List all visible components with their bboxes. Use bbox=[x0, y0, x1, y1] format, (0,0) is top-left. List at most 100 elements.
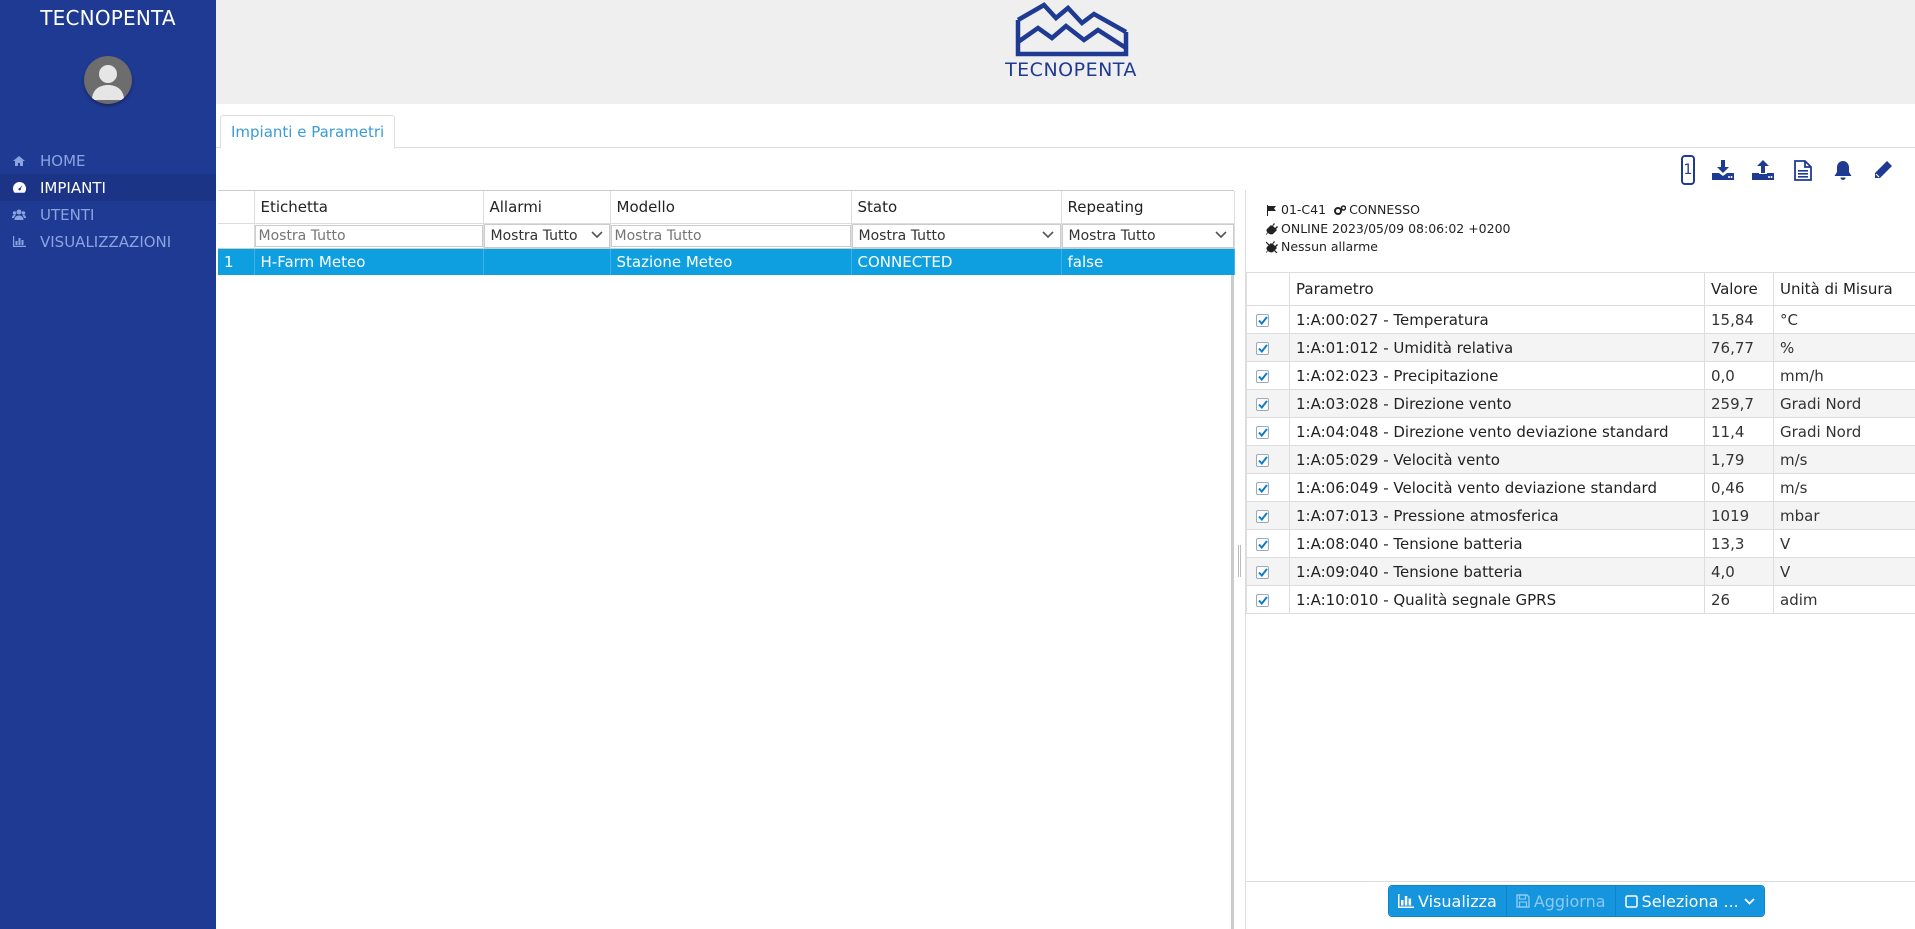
document-icon bbox=[1794, 159, 1812, 181]
alarm-off-icon bbox=[1266, 241, 1279, 254]
table-row[interactable]: 1:A:04:048 - Direzione vento deviazione … bbox=[1246, 417, 1915, 446]
table-row[interactable]: 1:A:09:040 - Tensione batteria 4,0 V bbox=[1246, 557, 1915, 586]
filter-allarmi-select[interactable]: Mostra Tutto bbox=[483, 223, 610, 248]
alarm-bell-button[interactable] bbox=[1823, 155, 1863, 185]
sidebar-item-label: IMPIANTI bbox=[40, 178, 106, 197]
tab-impianti-e-parametri[interactable]: Impianti e Parametri bbox=[220, 115, 396, 149]
users-icon bbox=[12, 208, 26, 222]
checkmark-icon bbox=[1257, 483, 1268, 493]
sidebar-nav: HOME IMPIANTI UTENTI VISUALIZZAZIONI bbox=[0, 147, 216, 255]
param-value: 1,79 bbox=[1704, 445, 1774, 474]
aggiorna-label: Aggiorna bbox=[1533, 891, 1606, 911]
action-button-group: Visualizza Aggiorna Seleziona ... bbox=[1388, 885, 1765, 917]
row-checkbox[interactable] bbox=[1256, 537, 1269, 551]
table-row[interactable]: 1:A:01:012 - Umidità relativa 76,77% bbox=[1246, 333, 1915, 362]
filter-etichetta-input[interactable] bbox=[254, 224, 483, 247]
chevron-down-icon bbox=[590, 230, 603, 238]
document-button[interactable] bbox=[1783, 155, 1823, 185]
param-name: 1:A:03:028 - Direzione vento bbox=[1289, 389, 1705, 418]
pencil-icon bbox=[1875, 161, 1892, 178]
bar-chart-icon bbox=[1398, 894, 1414, 908]
aggiorna-button[interactable]: Aggiorna bbox=[1506, 886, 1616, 916]
param-unit: m/s bbox=[1773, 473, 1915, 502]
connection-status: CONNESSO bbox=[1349, 202, 1420, 217]
row-allarmi bbox=[483, 248, 611, 275]
cogs-icon bbox=[1334, 205, 1347, 216]
checkmark-icon bbox=[1257, 315, 1268, 325]
download-icon bbox=[1712, 160, 1734, 180]
chevron-down-icon bbox=[1041, 230, 1054, 238]
plug-icon bbox=[1266, 222, 1279, 235]
param-name: 1:A:10:010 - Qualità segnale GPRS bbox=[1289, 585, 1705, 614]
checkmark-icon bbox=[1257, 427, 1268, 437]
param-unit: adim bbox=[1773, 585, 1915, 614]
checkmark-icon bbox=[1257, 455, 1268, 465]
param-value: 13,3 bbox=[1704, 529, 1774, 558]
table-row[interactable]: 1:A:06:049 - Velocità vento deviazione s… bbox=[1246, 473, 1915, 502]
filter-cell-etichetta bbox=[254, 223, 484, 249]
row-stato: CONNECTED bbox=[851, 248, 1062, 275]
table-row[interactable]: 1:A:07:013 - Pressione atmosferica 1019 mb… bbox=[1246, 501, 1915, 530]
online-timestamp: ONLINE 2023/05/09 08:06:02 +0200 bbox=[1281, 220, 1511, 236]
row-checkbox[interactable] bbox=[1256, 425, 1269, 439]
row-repeating: false bbox=[1061, 248, 1235, 275]
checkmark-icon bbox=[1257, 511, 1268, 521]
sidebar-item-home[interactable]: HOME bbox=[0, 147, 216, 174]
row-checkbox[interactable] bbox=[1256, 369, 1269, 383]
table-row[interactable]: 1:A:10:010 - Qualità segnale GPRS 26 adim bbox=[1246, 585, 1915, 614]
param-name: 1:A:02:023 - Precipitazione bbox=[1289, 361, 1705, 390]
param-unit: % bbox=[1773, 333, 1915, 362]
row-checkbox[interactable] bbox=[1256, 313, 1269, 327]
row-checkbox-cell bbox=[1246, 473, 1290, 502]
table-row[interactable]: 1:A:08:040 - Tensione batteria 13,3 V bbox=[1246, 529, 1915, 558]
row-checkbox[interactable] bbox=[1256, 593, 1269, 607]
column-header-unita[interactable]: Unità di Misura bbox=[1773, 272, 1915, 306]
sidebar-item-visualizzazioni[interactable]: VISUALIZZAZIONI bbox=[0, 228, 216, 255]
table-row[interactable]: 1 H-Farm Meteo Stazione Meteo CONNECTED … bbox=[218, 248, 1235, 275]
filter-cell-repeating: Mostra Tutto bbox=[1061, 223, 1235, 249]
row-checkbox[interactable] bbox=[1256, 341, 1269, 355]
param-value: 0,0 bbox=[1704, 361, 1774, 390]
param-name: 1:A:08:040 - Tensione batteria bbox=[1289, 529, 1705, 558]
column-header-stato[interactable]: Stato bbox=[851, 191, 1062, 224]
param-unit: V bbox=[1773, 557, 1915, 586]
row-index: 1 bbox=[218, 248, 255, 275]
header: TECNOPENTA bbox=[216, 0, 1915, 104]
visualizza-button[interactable]: Visualizza bbox=[1389, 886, 1507, 916]
tecnopenta-logo[interactable]: TECNOPENTA bbox=[996, 2, 1146, 82]
panel-footer-divider bbox=[1246, 881, 1915, 882]
table-row[interactable]: 1:A:03:028 - Direzione vento 259,7 Gradi N… bbox=[1246, 389, 1915, 418]
column-header-modello[interactable]: Modello bbox=[610, 191, 852, 224]
param-unit: Gradi Nord bbox=[1773, 389, 1915, 418]
filter-modello-input[interactable] bbox=[610, 224, 851, 247]
edit-button[interactable] bbox=[1863, 155, 1903, 185]
table-row[interactable]: 1:A:02:023 - Precipitazione 0,0 mm/h bbox=[1246, 361, 1915, 390]
column-header-etichetta[interactable]: Etichetta bbox=[254, 191, 484, 224]
row-checkbox[interactable] bbox=[1256, 397, 1269, 411]
filter-stato-select[interactable]: Mostra Tutto bbox=[851, 223, 1061, 248]
column-header-repeating[interactable]: Repeating bbox=[1061, 191, 1235, 224]
upload-button[interactable] bbox=[1743, 155, 1783, 185]
filter-repeating-select[interactable]: Mostra Tutto bbox=[1061, 223, 1234, 248]
row-checkbox[interactable] bbox=[1256, 565, 1269, 579]
column-header-allarmi[interactable]: Allarmi bbox=[483, 191, 611, 224]
panel-splitter-handle[interactable] bbox=[1238, 545, 1241, 577]
seleziona-dropdown-button[interactable]: Seleziona ... bbox=[1615, 886, 1764, 916]
row-checkbox-cell bbox=[1246, 445, 1290, 474]
filter-repeating-value: Mostra Tutto bbox=[1068, 227, 1156, 244]
download-button[interactable] bbox=[1703, 155, 1743, 185]
row-checkbox[interactable] bbox=[1256, 481, 1269, 495]
page-number-indicator[interactable]: 1 bbox=[1681, 155, 1695, 185]
column-header-parametro[interactable]: Parametro bbox=[1289, 272, 1705, 306]
avatar[interactable] bbox=[84, 56, 132, 104]
row-checkbox[interactable] bbox=[1256, 509, 1269, 523]
table-row[interactable]: 1:A:05:029 - Velocità vento 1,79 m/s bbox=[1246, 445, 1915, 474]
checkmark-icon bbox=[1257, 595, 1268, 605]
table-row[interactable]: 1:A:00:027 - Temperatura 15,84 °C bbox=[1246, 305, 1915, 334]
row-checkbox[interactable] bbox=[1256, 453, 1269, 467]
user-silhouette-icon bbox=[92, 65, 124, 100]
row-checkbox-cell bbox=[1246, 333, 1290, 362]
column-header-valore[interactable]: Valore bbox=[1704, 272, 1774, 306]
sidebar-item-impianti[interactable]: IMPIANTI bbox=[0, 174, 216, 201]
sidebar-item-utenti[interactable]: UTENTI bbox=[0, 201, 216, 228]
